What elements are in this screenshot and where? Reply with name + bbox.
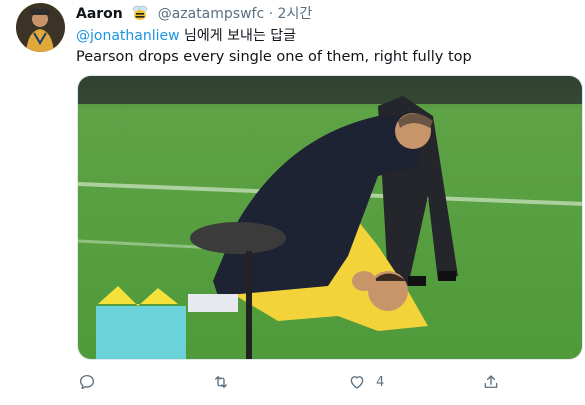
tweet: Aaron @azatampswfc · 2시간 @jonathanliew 님…: [0, 0, 585, 405]
retweet-button[interactable]: [212, 368, 240, 396]
tweet-header: Aaron @azatampswfc · 2시간: [76, 4, 312, 24]
tweet-text: Pearson drops every single one of them, …: [76, 49, 472, 65]
tweet-actions: 4: [76, 368, 516, 396]
replying-to: @jonathanliew 님에게 보내는 답글: [76, 26, 296, 46]
tweet-timestamp[interactable]: 2시간: [278, 6, 313, 22]
like-button[interactable]: 4: [348, 368, 384, 396]
separator-dot: ·: [268, 6, 274, 22]
avatar[interactable]: [16, 3, 65, 52]
author-name[interactable]: Aaron: [76, 6, 123, 22]
like-count: 4: [376, 374, 385, 390]
retweet-icon: [215, 376, 227, 388]
reply-icon: [79, 374, 95, 390]
reply-mention-link[interactable]: @jonathanliew: [76, 28, 180, 44]
bee-emoji-icon: [131, 4, 149, 22]
tweet-photo[interactable]: [77, 75, 583, 360]
share-button[interactable]: [482, 368, 510, 396]
share-icon: [484, 375, 498, 388]
reply-button[interactable]: [78, 368, 106, 396]
reply-suffix: 님에게 보내는 답글: [179, 28, 296, 44]
like-icon: [350, 376, 364, 389]
author-handle[interactable]: @azatampswfc: [158, 6, 264, 22]
